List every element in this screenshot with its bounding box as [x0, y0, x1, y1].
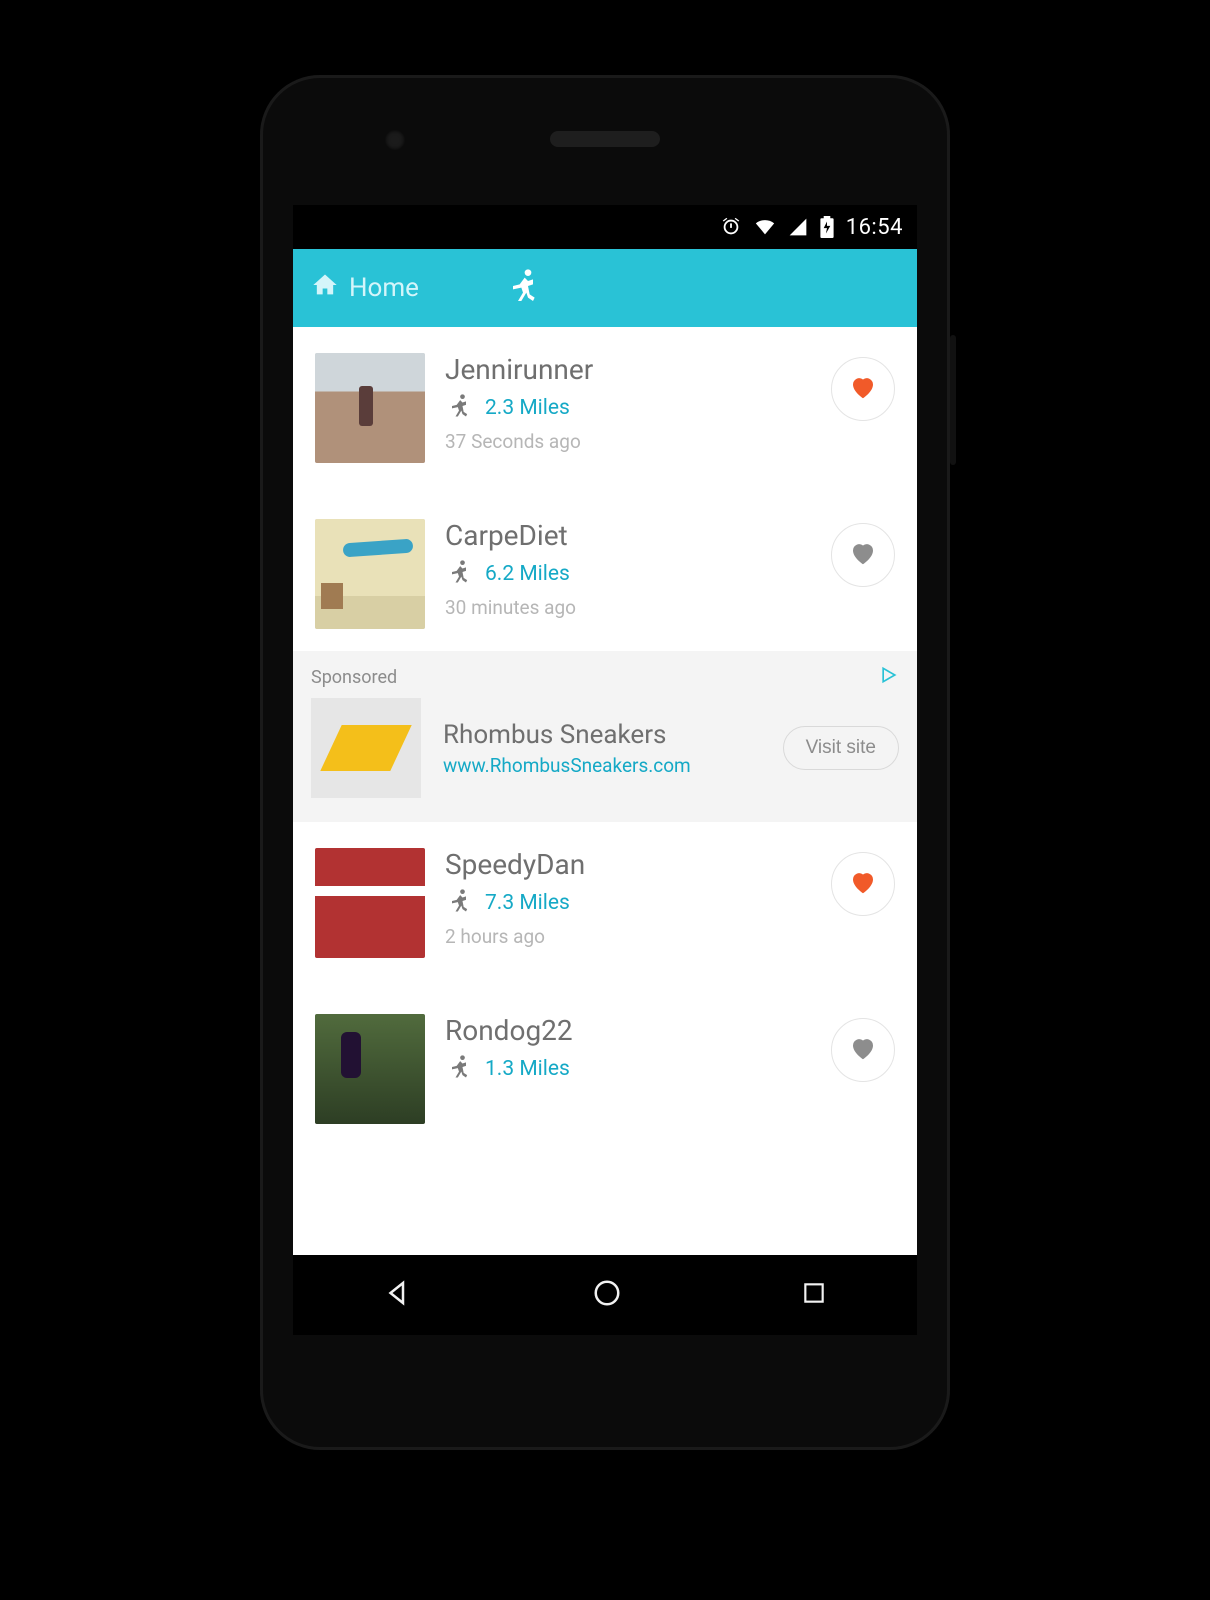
battery-charging-icon — [820, 216, 834, 238]
heart-icon — [848, 1033, 878, 1067]
feed-item[interactable]: SpeedyDan 7.3 Miles 2 hours ago — [293, 822, 917, 980]
activity-feed[interactable]: Jennirunner 2.3 Miles 37 Seconds ago CarpeD… — [293, 327, 917, 1146]
feed-item[interactable]: Rondog22 1.3 Miles — [293, 980, 917, 1146]
user-avatar[interactable] — [315, 848, 425, 958]
feed-item[interactable]: CarpeDiet 6.2 Miles 30 minutes ago — [293, 485, 917, 651]
distance: 6.2 Miles — [485, 562, 570, 586]
distance: 2.3 Miles — [485, 396, 570, 420]
heart-icon — [848, 372, 878, 406]
ad-title: Rhombus Sneakers — [443, 720, 761, 750]
runner-icon — [445, 558, 473, 590]
status-clock: 16:54 — [846, 215, 903, 240]
home-button[interactable]: Home — [311, 271, 419, 306]
runner-icon — [503, 266, 543, 310]
runner-icon — [445, 1053, 473, 1085]
username: Rondog22 — [445, 1014, 811, 1047]
app-logo — [433, 266, 899, 310]
adchoices-icon[interactable] — [879, 665, 899, 690]
android-status-bar: 16:54 — [293, 205, 917, 249]
sponsored-label: Sponsored — [311, 667, 397, 688]
ad-thumbnail[interactable] — [311, 698, 421, 798]
username: SpeedyDan — [445, 848, 811, 881]
heart-icon — [848, 538, 878, 572]
user-avatar[interactable] — [315, 519, 425, 629]
ad-cta-button[interactable]: Visit site — [783, 726, 899, 770]
timestamp: 37 Seconds ago — [445, 430, 811, 453]
home-icon — [311, 271, 339, 306]
distance: 1.3 Miles — [485, 1057, 570, 1081]
timestamp: 30 minutes ago — [445, 596, 811, 619]
distance: 7.3 Miles — [485, 891, 570, 915]
username: Jennirunner — [445, 353, 811, 386]
like-button[interactable] — [831, 523, 895, 587]
ad-url[interactable]: www.RhombusSneakers.com — [443, 754, 761, 777]
username: CarpeDiet — [445, 519, 811, 552]
home-label: Home — [349, 273, 419, 303]
nav-home-icon[interactable] — [592, 1278, 622, 1312]
like-button[interactable] — [831, 1018, 895, 1082]
android-nav-bar — [293, 1255, 917, 1335]
timestamp: 2 hours ago — [445, 925, 811, 948]
nav-recent-icon[interactable] — [801, 1280, 827, 1310]
heart-icon — [848, 867, 878, 901]
user-avatar[interactable] — [315, 1014, 425, 1124]
alarm-icon — [720, 216, 742, 238]
user-avatar[interactable] — [315, 353, 425, 463]
feed-item[interactable]: Jennirunner 2.3 Miles 37 Seconds ago — [293, 327, 917, 485]
runner-icon — [445, 392, 473, 424]
app-bar: Home — [293, 249, 917, 327]
sponsored-card: Sponsored Rhombus Sneakers www.RhombusSnea… — [293, 651, 917, 822]
nav-back-icon[interactable] — [383, 1278, 413, 1312]
like-button[interactable] — [831, 357, 895, 421]
wifi-icon — [754, 216, 776, 238]
runner-icon — [445, 887, 473, 919]
cell-signal-icon — [788, 217, 808, 237]
like-button[interactable] — [831, 852, 895, 916]
